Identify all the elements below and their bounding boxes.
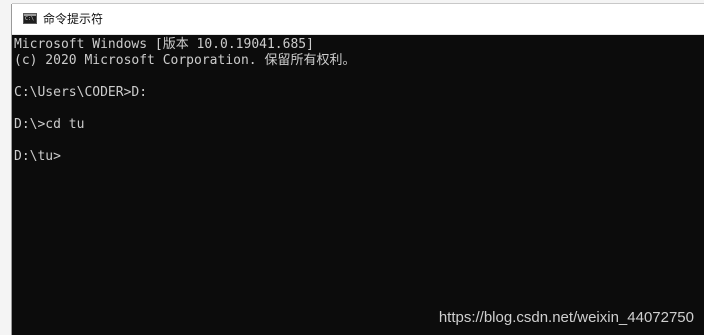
watermark-url: https://blog.csdn.net/weixin_44072750 (438, 309, 694, 326)
console-line: C:\Users\CODER>D: (14, 85, 148, 100)
cmd-console-icon (23, 13, 37, 24)
command-prompt-window[interactable]: 命令提示符 Microsoft Windows [版本 10.0.19041.6… (12, 4, 704, 335)
console-line: (c) 2020 Microsoft Corporation. 保留所有权利。 (14, 53, 356, 68)
window-title: 命令提示符 (43, 12, 104, 26)
title-bar[interactable]: 命令提示符 (12, 4, 704, 35)
console-line: D:\>cd tu (14, 117, 85, 132)
console-line: Microsoft Windows [版本 10.0.19041.685] (14, 37, 314, 52)
console-prompt-line[interactable]: D:\tu> (14, 149, 704, 165)
console-output[interactable]: Microsoft Windows [版本 10.0.19041.685] (c… (14, 35, 704, 335)
